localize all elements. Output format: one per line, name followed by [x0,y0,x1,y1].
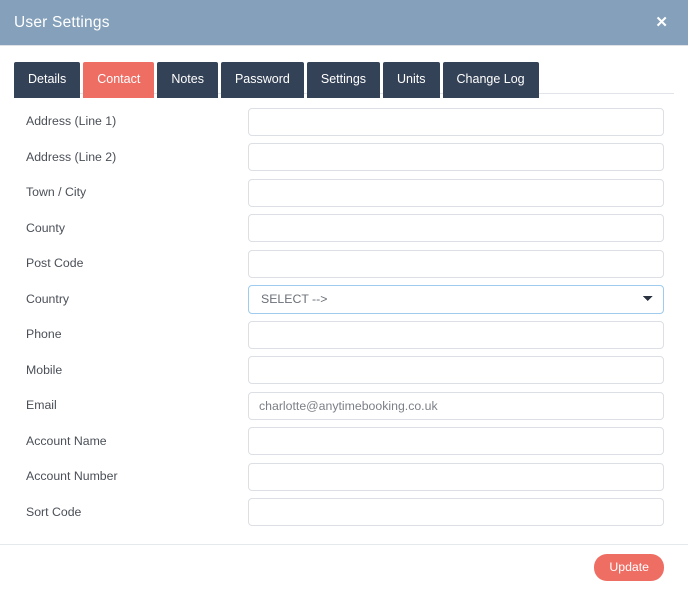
label-email: Email [26,398,57,413]
user-settings-modal: User Settings ✕ Details Contact Notes Passw… [0,0,688,590]
label-address-line-1: Address (Line 1) [26,114,117,129]
tab-password[interactable]: Password [220,62,304,98]
form-row-phone: Phone [0,317,688,353]
form-row-email: Email [0,388,688,424]
address-line-2-input[interactable] [248,143,664,172]
modal-footer: Update [0,544,688,590]
label-account-name: Account Name [26,433,107,448]
tab-list: Details Contact Notes Password Settings Units… [14,62,688,98]
label-post-code: Post Code [26,256,84,271]
close-icon[interactable]: ✕ [651,13,672,32]
update-button[interactable]: Update [594,553,664,582]
county-input[interactable] [248,214,664,243]
form-row-county: County [0,211,688,247]
tab-units[interactable]: Units [383,62,440,98]
modal-header: User Settings ✕ [0,0,688,46]
email-input[interactable] [248,391,664,420]
form-row-account-name: Account Name [0,424,688,460]
form-row-town-city: Town / City [0,175,688,211]
town-city-input[interactable] [248,178,664,207]
label-sort-code: Sort Code [26,504,82,519]
form-row-sort-code: Sort Code [0,495,688,531]
label-phone: Phone [26,327,62,342]
label-account-number: Account Number [26,469,118,484]
form-row-country: Country SELECT --> [0,282,688,318]
tab-change-log[interactable]: Change Log [442,62,539,98]
country-select[interactable]: SELECT --> [248,284,664,314]
account-name-input[interactable] [248,427,664,456]
label-town-city: Town / City [26,185,87,200]
label-country: Country [26,291,70,306]
form-row-mobile: Mobile [0,353,688,389]
account-number-input[interactable] [248,462,664,491]
tab-bar: Details Contact Notes Password Settings Units… [0,46,688,98]
page-title: User Settings [14,13,110,31]
form-row-account-number: Account Number [0,459,688,495]
form-row-post-code: Post Code [0,246,688,282]
tab-contact[interactable]: Contact [83,62,155,98]
address-line-1-input[interactable] [248,107,664,136]
tab-settings[interactable]: Settings [306,62,381,98]
label-address-line-2: Address (Line 2) [26,149,117,164]
sort-code-input[interactable] [248,498,664,527]
phone-input[interactable] [248,320,664,349]
tab-notes[interactable]: Notes [157,62,218,98]
tab-details[interactable]: Details [14,62,81,98]
post-code-input[interactable] [248,249,664,278]
form-row-address-line-2: Address (Line 2) [0,140,688,176]
form-row-address-line-1: Address (Line 1) [0,104,688,140]
label-mobile: Mobile [26,362,63,377]
mobile-input[interactable] [248,356,664,385]
contact-form: Address (Line 1) Address (Line 2) Town / C… [0,94,688,544]
label-county: County [26,220,65,235]
